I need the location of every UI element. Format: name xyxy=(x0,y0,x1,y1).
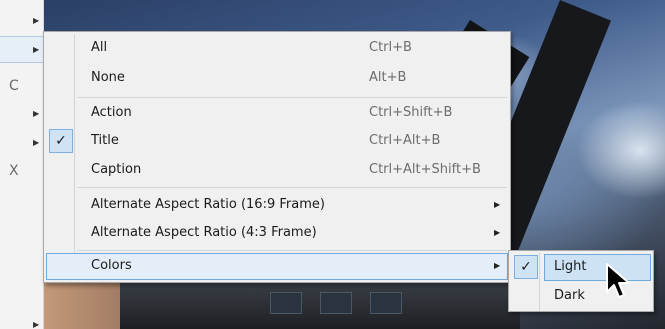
menu-item-label: Alternate Aspect Ratio (16:9 Frame) xyxy=(91,197,325,212)
menu-item-shortcut: Ctrl+Alt+B xyxy=(369,133,441,148)
context-menu: All Ctrl+B None Alt+B Action Ctrl+Shift+… xyxy=(43,31,511,283)
menu-item-label: Caption xyxy=(91,162,142,177)
menu-item-none[interactable]: None Alt+B xyxy=(46,65,508,92)
menu-item-action[interactable]: Action Ctrl+Shift+B xyxy=(46,100,508,127)
menu-item-shortcut: Ctrl+Alt+Shift+B xyxy=(369,162,481,177)
menu-item-label: Action xyxy=(91,105,132,120)
chevron-right-icon: ▶ xyxy=(33,138,40,147)
checkmark-icon: ✓ xyxy=(49,129,73,153)
chevron-right-icon: ▶ xyxy=(33,109,40,118)
menu-item-title[interactable]: ✓ Title Ctrl+Alt+B xyxy=(46,128,508,155)
menu-item-shortcut: Alt+B xyxy=(369,70,407,85)
menu-item-caption[interactable]: Caption Ctrl+Alt+Shift+B xyxy=(46,157,508,184)
chevron-right-icon: ▶ xyxy=(494,261,501,270)
dashboard-gauge-shape xyxy=(270,292,302,314)
dashboard-gauge-shape xyxy=(320,292,352,314)
menu-item-label: Alternate Aspect Ratio (4:3 Frame) xyxy=(91,225,317,240)
parent-menu-letter: C xyxy=(9,78,19,94)
menu-item-label: None xyxy=(91,70,125,85)
chevron-right-icon: ▶ xyxy=(33,320,40,329)
chevron-right-icon: ▶ xyxy=(33,16,40,25)
menu-item-all[interactable]: All Ctrl+B xyxy=(46,35,508,62)
chevron-right-icon: ▶ xyxy=(494,228,501,237)
menu-item-colors[interactable]: Colors ▶ xyxy=(46,253,508,280)
parent-menu-strip: ▶ ▶ C ▶ ▶ X ▶ xyxy=(0,0,44,329)
menu-item-label: Colors xyxy=(91,258,132,273)
menu-item-aspect-16-9[interactable]: Alternate Aspect Ratio (16:9 Frame) ▶ xyxy=(46,192,508,219)
menu-item-label: All xyxy=(91,40,108,55)
menu-item-label: Light xyxy=(554,259,587,274)
dashboard-gauge-shape xyxy=(370,292,402,314)
checkmark-icon: ✓ xyxy=(514,255,538,279)
menu-item-shortcut: Ctrl+B xyxy=(369,40,412,55)
menu-item-shortcut: Ctrl+Shift+B xyxy=(369,105,453,120)
menu-item-aspect-4-3[interactable]: Alternate Aspect Ratio (4:3 Frame) ▶ xyxy=(46,220,508,247)
menu-item-label: Dark xyxy=(554,288,585,303)
menu-item-label: Title xyxy=(91,133,119,148)
chevron-right-icon: ▶ xyxy=(494,200,501,209)
mouse-pointer-icon xyxy=(606,263,630,298)
menu-separator xyxy=(77,187,507,188)
menu-separator xyxy=(77,250,507,251)
menu-separator xyxy=(77,97,507,98)
parent-menu-letter: X xyxy=(9,163,19,179)
chevron-right-icon: ▶ xyxy=(33,45,40,54)
